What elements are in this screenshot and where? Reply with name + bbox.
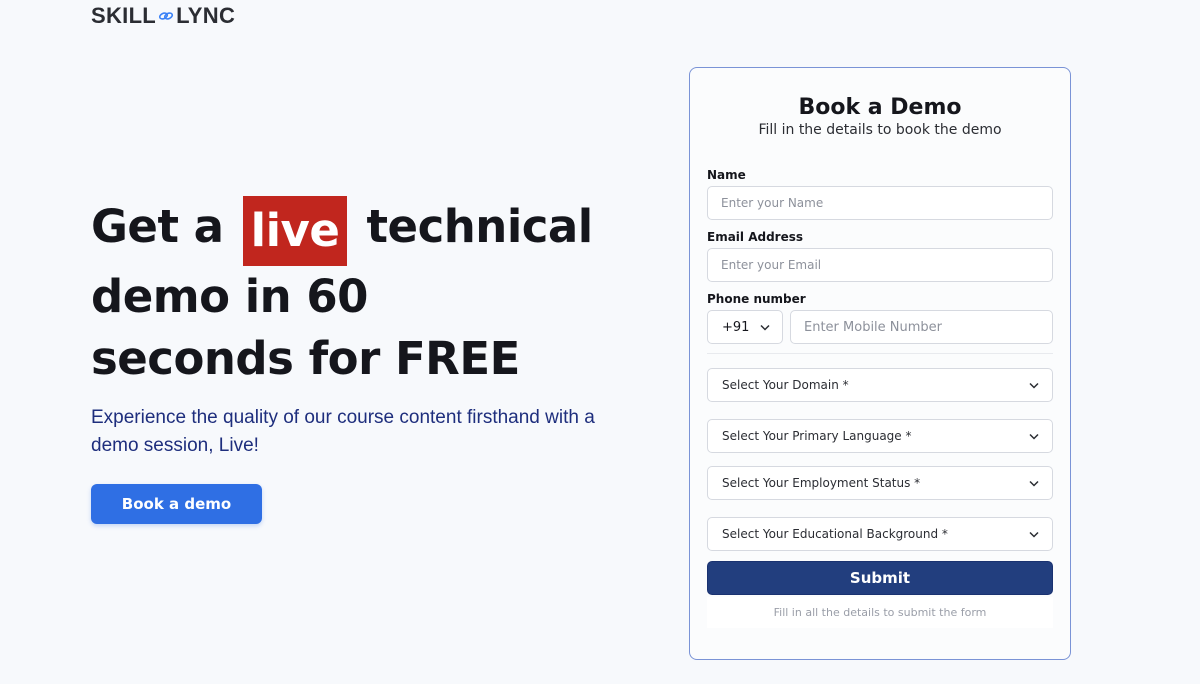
phone-row: +91 Enter Mobile Number: [707, 310, 1053, 344]
headline-live-highlight: live: [242, 196, 348, 266]
headline-prefix: Get a: [91, 200, 224, 253]
skill-lync-logo[interactable]: SKILL LYNC: [91, 3, 235, 29]
educational-background-select[interactable]: Select Your Educational Background *: [707, 517, 1053, 551]
chevron-down-icon: [1029, 433, 1039, 440]
employment-status-select-label: Select Your Employment Status *: [722, 476, 921, 490]
domain-select[interactable]: Select Your Domain *: [707, 368, 1053, 402]
book-demo-button[interactable]: Book a demo: [91, 484, 262, 524]
book-demo-form-card: Book a Demo Fill in the details to book …: [689, 67, 1071, 660]
form-divider: [707, 353, 1053, 354]
domain-select-label: Select Your Domain *: [722, 378, 849, 392]
email-field-group: Email Address Enter your Email: [707, 230, 1053, 282]
primary-language-select[interactable]: Select Your Primary Language *: [707, 419, 1053, 453]
headline-line-3: seconds for FREE: [91, 332, 520, 385]
name-label: Name: [707, 168, 746, 182]
submit-button[interactable]: Submit: [707, 561, 1053, 595]
email-label: Email Address: [707, 230, 804, 244]
form-title: Book a Demo: [798, 95, 962, 120]
hero-section: Get a live technical demo in 60 seconds …: [91, 196, 651, 524]
headline-suffix: technical: [366, 200, 594, 253]
form-subtitle: Fill in the details to book the demo: [758, 122, 1002, 138]
form-hint-text: Fill in all the details to submit the fo…: [707, 597, 1053, 628]
phone-label: Phone number: [707, 292, 806, 306]
phone-field-group: Phone number +91 Enter Mobile Number: [707, 292, 1053, 344]
chevron-down-icon: [1029, 531, 1039, 538]
chain-link-icon: [158, 12, 174, 20]
headline-line-2: demo in 60: [91, 270, 368, 323]
hero-headline: Get a live technical demo in 60 seconds …: [91, 196, 651, 390]
email-input[interactable]: Enter your Email: [707, 248, 1053, 282]
chevron-down-icon: [1029, 480, 1039, 487]
mobile-number-input[interactable]: Enter Mobile Number: [790, 310, 1053, 344]
name-field-group: Name Enter your Name: [707, 168, 1053, 220]
logo-text-left: SKILL: [91, 3, 157, 28]
country-code-value: +91: [722, 319, 750, 335]
chevron-down-icon: [1029, 382, 1039, 389]
educational-background-select-label: Select Your Educational Background *: [722, 527, 948, 541]
employment-status-select[interactable]: Select Your Employment Status *: [707, 466, 1053, 500]
name-input[interactable]: Enter your Name: [707, 186, 1053, 220]
hero-subtext: Experience the quality of our course con…: [91, 407, 595, 456]
country-code-select[interactable]: +91: [707, 310, 783, 344]
chevron-down-icon: [760, 324, 770, 331]
primary-language-select-label: Select Your Primary Language *: [722, 429, 912, 443]
logo-text-right: LYNC: [176, 3, 236, 28]
